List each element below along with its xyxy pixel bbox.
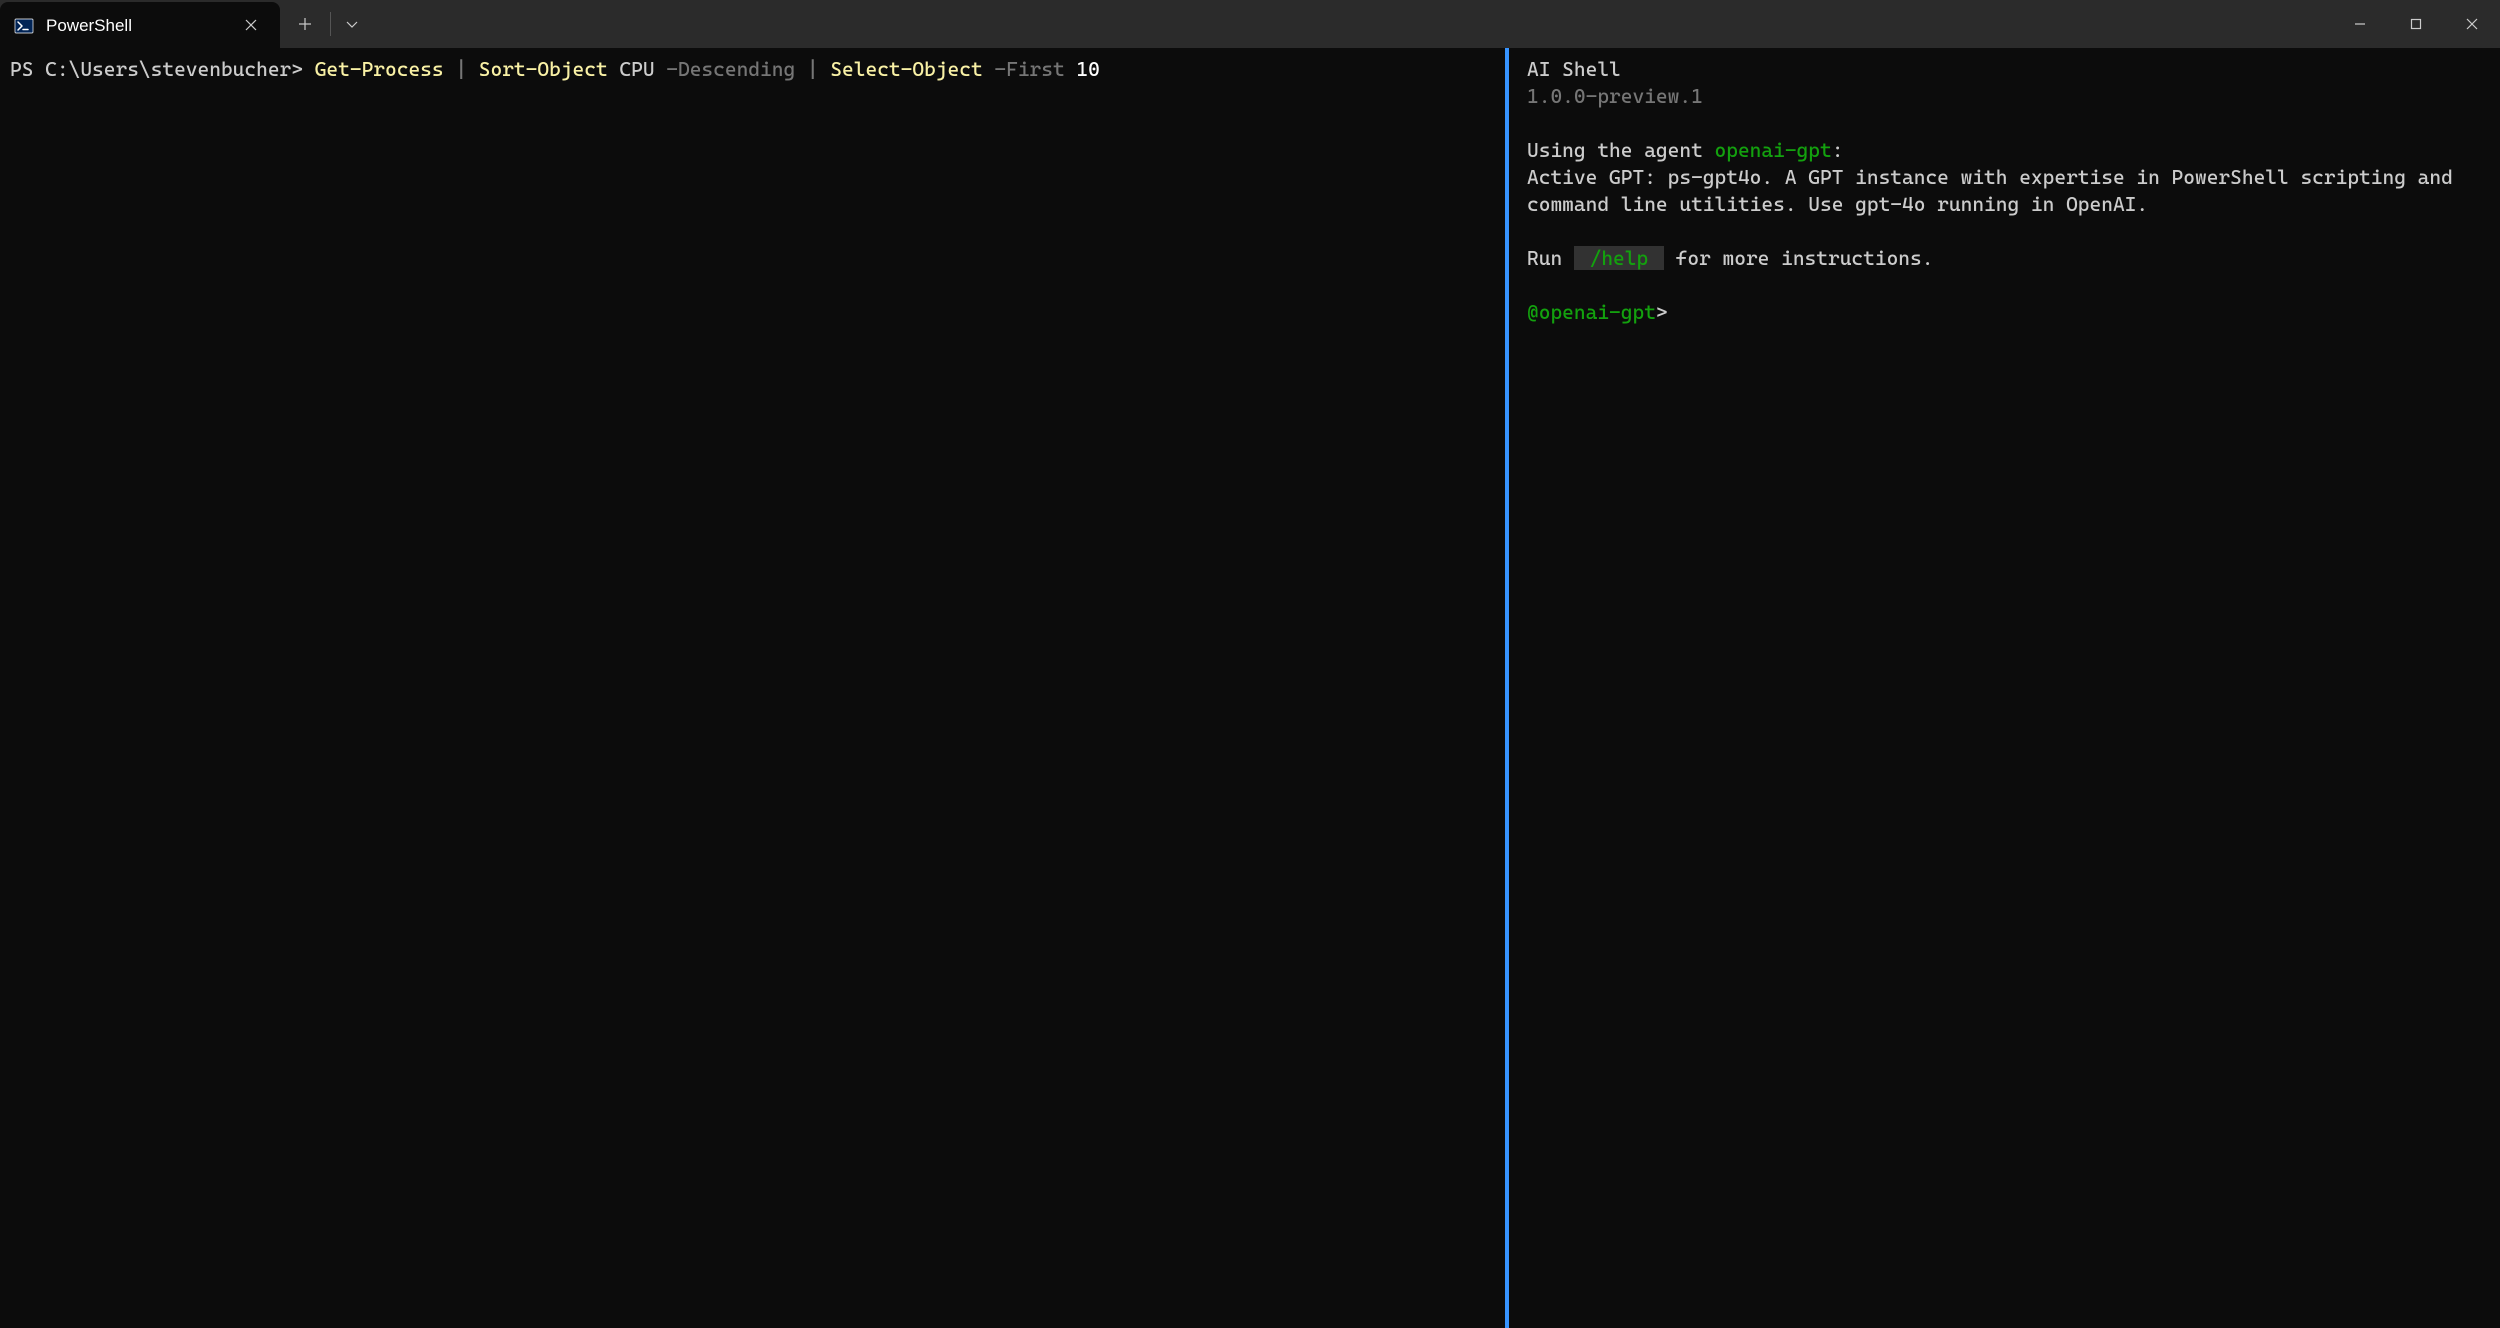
ps-cmdlet-getprocess: Get-Process <box>315 57 444 81</box>
window-titlebar: PowerShell <box>0 0 2500 48</box>
new-tab-button[interactable] <box>280 0 330 48</box>
ps-cmdlet-selectobject: Select-Object <box>830 57 982 81</box>
ps-number-ten: 10 <box>1076 57 1099 81</box>
agent-name: openai-gpt <box>1715 138 1832 162</box>
active-tab[interactable]: PowerShell <box>0 2 280 50</box>
run-text: Run <box>1527 246 1574 270</box>
terminal-content: PS C:\Users\stevenbucher> Get-Process | … <box>0 48 2500 1328</box>
maximize-button[interactable] <box>2388 4 2444 44</box>
ps-prompt: PS C:\Users\stevenbucher> <box>10 57 303 81</box>
colon: : <box>1832 138 1844 162</box>
tab-close-button[interactable] <box>238 14 264 39</box>
window-controls <box>2332 0 2500 48</box>
ps-param-first: -First <box>994 57 1064 81</box>
powershell-icon <box>14 16 34 36</box>
ps-arg-cpu: CPU <box>619 57 654 81</box>
run-suffix: for more instructions. <box>1664 246 1934 270</box>
ai-prompt-agent: @openai-gpt <box>1527 300 1656 324</box>
ai-shell-title: AI Shell <box>1527 57 1621 81</box>
ps-cmdlet-sortobject: Sort-Object <box>479 57 608 81</box>
titlebar-left: PowerShell <box>0 0 373 48</box>
tab-dropdown-button[interactable] <box>331 0 373 48</box>
ps-pipe: | <box>807 57 819 81</box>
help-command: /help <box>1574 246 1664 270</box>
left-terminal-pane[interactable]: PS C:\Users\stevenbucher> Get-Process | … <box>0 48 1505 1328</box>
active-gpt-description: Active GPT: ps-gpt4o. A GPT instance wit… <box>1527 165 2465 216</box>
tab-title: PowerShell <box>46 16 146 36</box>
ps-param-descending: -Descending <box>666 57 795 81</box>
right-terminal-pane[interactable]: AI Shell 1.0.0-preview.1 Using the agent… <box>1509 48 2500 1328</box>
close-button[interactable] <box>2444 4 2500 44</box>
minimize-button[interactable] <box>2332 4 2388 44</box>
ai-shell-version: 1.0.0-preview.1 <box>1527 84 1703 108</box>
ai-prompt-suffix: > <box>1656 300 1668 324</box>
ps-pipe: | <box>455 57 467 81</box>
using-agent-text: Using the agent <box>1527 138 1715 162</box>
